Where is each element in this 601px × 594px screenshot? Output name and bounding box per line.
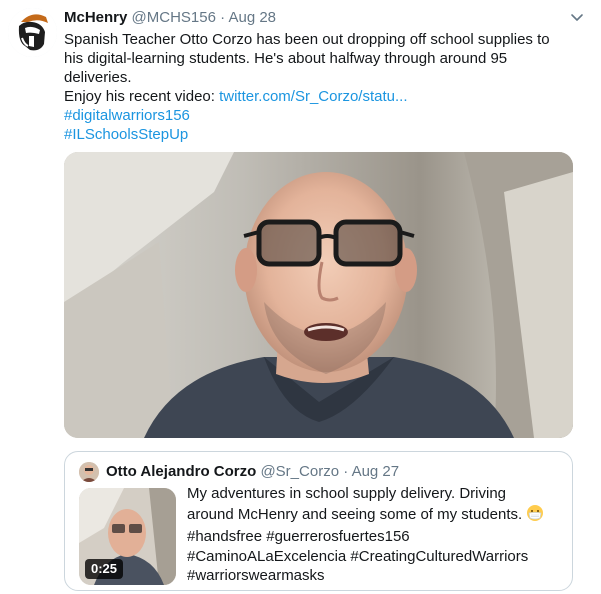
display-name[interactable]: McHenry — [64, 9, 127, 26]
tweet-header: McHenry @MCHS156 · Aug 28 — [64, 7, 589, 29]
spartan-helmet-icon — [8, 8, 57, 57]
video-duration: 0:25 — [85, 559, 124, 579]
avatar[interactable] — [8, 8, 57, 57]
quoted-tweet[interactable]: Otto Alejandro Corzo @Sr_Corzo · Aug 27 … — [64, 451, 573, 591]
quoted-video-thumbnail[interactable]: 0:25 — [79, 488, 176, 585]
quoted-text-line: around McHenry and seeing some of my stu… — [187, 504, 567, 528]
chevron-down-icon[interactable] — [569, 9, 585, 25]
quoted-hashtag-line: #CaminoALaExcelencia #CreatingCulturedWa… — [187, 547, 529, 565]
quoted-header: Otto Alejandro Corzo @Sr_Corzo · Aug 27 — [106, 461, 399, 483]
separator: · — [343, 463, 349, 480]
tweet-text-line: Spanish Teacher Otto Corzo has been out … — [64, 31, 550, 48]
tweet-text-line: deliveries. — [64, 69, 132, 86]
mask-emoji-icon — [526, 504, 544, 528]
hashtag-link[interactable]: #digitalwarriors156 — [64, 106, 584, 125]
video-link[interactable]: twitter.com/Sr_Corzo/statu... — [219, 88, 407, 105]
video-player[interactable] — [64, 152, 573, 438]
hashtag-link[interactable]: #ILSchoolsStepUp — [64, 125, 584, 144]
tweet[interactable]: McHenry @MCHS156 · Aug 28 Spanish Teache… — [0, 0, 601, 594]
tweet-text-line: his digital-learning students. He's abou… — [64, 50, 508, 67]
video-frame-image — [64, 152, 573, 438]
quoted-handle[interactable]: @Sr_Corzo — [260, 463, 339, 480]
quoted-avatar[interactable] — [79, 462, 99, 482]
quoted-text-span: around McHenry and seeing some of my stu… — [187, 505, 523, 523]
tweet-text-line: Enjoy his recent video: twitter.com/Sr_C… — [64, 87, 584, 106]
person-avatar-icon — [79, 462, 99, 482]
quoted-hashtag-line: #handsfree #guerrerosfuertes156 — [187, 528, 410, 545]
quoted-hashtag-line: #warriorswearmasks — [187, 567, 325, 584]
tweet-text: Spanish Teacher Otto Corzo has been out … — [64, 30, 584, 144]
tweet-date[interactable]: Aug 28 — [228, 9, 276, 26]
separator: · — [220, 9, 226, 26]
enjoy-text: Enjoy his recent video: — [64, 88, 220, 105]
quoted-display-name[interactable]: Otto Alejandro Corzo — [106, 463, 256, 480]
handle[interactable]: @MCHS156 — [132, 9, 216, 26]
quoted-text-line: My adventures in school supply delivery.… — [187, 485, 507, 502]
quoted-date[interactable]: Aug 27 — [352, 463, 400, 480]
quoted-text: My adventures in school supply delivery.… — [187, 484, 567, 586]
